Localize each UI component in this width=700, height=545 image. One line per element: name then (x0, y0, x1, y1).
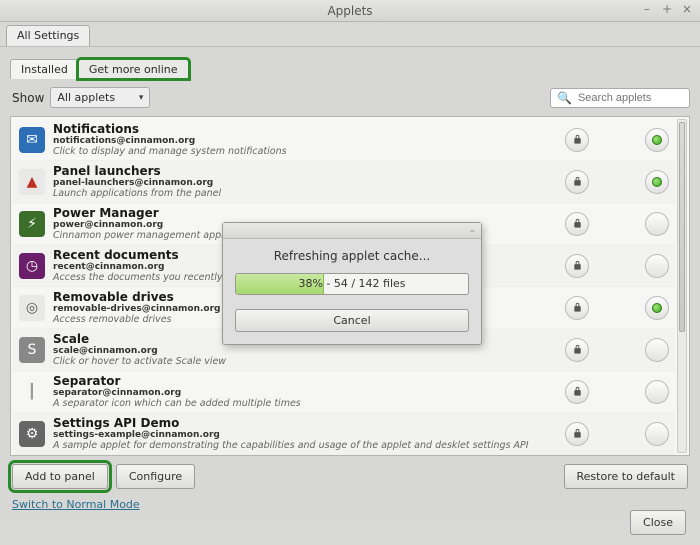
applet-name: Panel launchers (53, 164, 557, 178)
window-maximize-icon[interactable]: + (660, 2, 674, 16)
list-item[interactable]: ✉ Notificationsnotifications@cinnamon.org… (13, 119, 675, 161)
status-toggle[interactable] (645, 128, 669, 152)
applet-icon: ▲ (19, 169, 45, 195)
filter-combo[interactable]: All applets ▾ (50, 87, 150, 108)
applet-id: panel-launchers@cinnamon.org (53, 178, 557, 188)
restore-default-button[interactable]: Restore to default (564, 464, 688, 489)
lock-icon[interactable] (565, 254, 589, 278)
lock-icon[interactable] (565, 380, 589, 404)
breadcrumb-bar: All Settings (0, 22, 700, 46)
action-row: Add to panel Configure Restore to defaul… (10, 456, 690, 493)
applet-icon: ✉ (19, 127, 45, 153)
filter-row: Show All applets ▾ 🔍 (10, 79, 690, 116)
lock-icon[interactable] (565, 296, 589, 320)
search-icon: 🔍 (557, 91, 572, 105)
status-toggle[interactable] (645, 296, 669, 320)
applet-icon: ┃ (19, 379, 45, 405)
lock-icon[interactable] (565, 422, 589, 446)
active-dot-icon (652, 177, 662, 187)
close-button[interactable]: Close (630, 510, 686, 535)
window-close-icon[interactable]: × (680, 2, 694, 16)
applet-icon: ◎ (19, 295, 45, 321)
applet-icon: S (19, 337, 45, 363)
applet-meta: Panel launcherspanel-launchers@cinnamon.… (53, 164, 557, 199)
tab-get-more-online[interactable]: Get more online (78, 59, 189, 79)
window-minimize-icon[interactable]: – (640, 2, 654, 16)
tab-row: Installed Get more online (10, 55, 690, 79)
scrollbar[interactable] (677, 119, 687, 453)
status-toggle[interactable] (645, 170, 669, 194)
dialog-message: Refreshing applet cache... (235, 249, 469, 263)
lock-icon[interactable] (565, 170, 589, 194)
list-item[interactable]: ┃ Separatorseparator@cinnamon.orgA separa… (13, 371, 675, 413)
search-input-wrap[interactable]: 🔍 (550, 88, 690, 108)
applet-id: scale@cinnamon.org (53, 346, 557, 356)
applet-id: notifications@cinnamon.org (53, 136, 557, 146)
progress-bar: 38% - 54 / 142 files (235, 273, 469, 295)
window-titlebar: Applets – + × (0, 0, 700, 22)
applet-desc: Click or hover to activate Scale view (53, 356, 557, 367)
active-dot-icon (652, 303, 662, 313)
applet-icon: ⚙ (19, 421, 45, 447)
applet-desc: A separator icon which can be added mult… (53, 398, 557, 409)
applet-meta: Notificationsnotifications@cinnamon.orgC… (53, 122, 557, 157)
status-toggle[interactable] (645, 380, 669, 404)
filter-selected: All applets (57, 91, 115, 104)
applet-desc: Launch applications from the panel (53, 188, 557, 199)
applet-icon: ◷ (19, 253, 45, 279)
tab-installed[interactable]: Installed (10, 59, 79, 79)
cancel-button[interactable]: Cancel (235, 309, 469, 332)
applet-meta: Settings API Demosettings-example@cinnam… (53, 416, 557, 451)
lock-icon[interactable] (565, 128, 589, 152)
applet-name: Notifications (53, 122, 557, 136)
applet-icon: ⚡ (19, 211, 45, 237)
progress-text: 38% - 54 / 142 files (236, 274, 468, 294)
all-settings-tab[interactable]: All Settings (6, 25, 90, 46)
applet-meta: Separatorseparator@cinnamon.orgA separat… (53, 374, 557, 409)
status-toggle[interactable] (645, 254, 669, 278)
applet-desc: A sample applet for demonstrating the ca… (53, 440, 557, 451)
configure-button[interactable]: Configure (116, 464, 195, 489)
applet-name: Separator (53, 374, 557, 388)
dialog-minimize-icon[interactable]: – (470, 224, 476, 237)
applet-id: separator@cinnamon.org (53, 388, 557, 398)
dialog-titlebar[interactable]: – (223, 223, 481, 239)
applet-name: Settings API Demo (53, 416, 557, 430)
lock-icon[interactable] (565, 212, 589, 236)
list-item[interactable]: ▲ Panel launcherspanel-launchers@cinnamon… (13, 161, 675, 203)
search-input[interactable] (576, 91, 683, 105)
active-dot-icon (652, 135, 662, 145)
list-item[interactable]: ⚙ Settings API Demosettings-example@cinna… (13, 413, 675, 455)
list-item[interactable]: ⚙Settings Appletsettings@cinnamon.orgCin… (13, 455, 675, 456)
status-toggle[interactable] (645, 212, 669, 236)
lock-icon[interactable] (565, 338, 589, 362)
show-label: Show (12, 91, 44, 105)
progress-dialog: – Refreshing applet cache... 38% - 54 / … (222, 222, 482, 345)
applet-name: Power Manager (53, 206, 557, 220)
applet-id: settings-example@cinnamon.org (53, 430, 557, 440)
scrollbar-thumb[interactable] (679, 122, 685, 332)
chevron-down-icon: ▾ (139, 93, 144, 103)
window-title: Applets (0, 4, 700, 18)
status-toggle[interactable] (645, 422, 669, 446)
add-to-panel-button[interactable]: Add to panel (12, 464, 108, 489)
switch-mode-link[interactable]: Switch to Normal Mode (12, 498, 140, 511)
status-toggle[interactable] (645, 338, 669, 362)
applet-desc: Click to display and manage system notif… (53, 146, 557, 157)
